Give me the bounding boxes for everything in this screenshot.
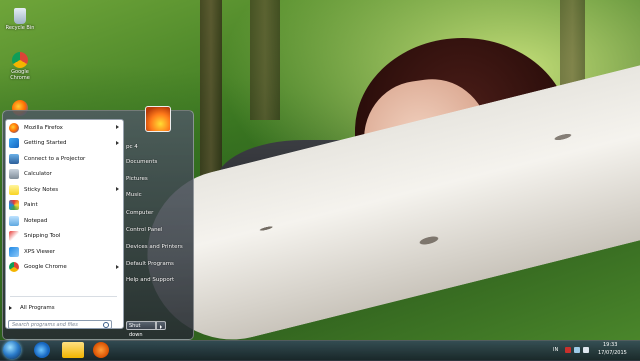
start-search-input[interactable]: Search programs and files [8,320,112,329]
program-label: Notepad [24,217,48,224]
snipping-tool-icon [9,231,19,242]
volume-icon[interactable] [583,347,589,353]
start-right-default-programs[interactable]: Default Programs [126,257,174,272]
file-explorer-icon[interactable] [62,342,84,358]
program-google-chrome[interactable]: Google Chrome [6,260,123,276]
start-menu-programs-pane: Mozilla Firefox Getting Started Connect … [5,119,124,329]
getting-started-icon [9,138,19,149]
program-getting-started[interactable]: Getting Started [6,136,123,152]
user-account-picture[interactable] [145,106,171,132]
network-icon[interactable] [574,347,580,353]
desktop-icon-label: Recycle Bin [5,25,35,31]
start-right-user-folder[interactable]: pc 4 [126,140,138,155]
projector-icon [9,153,19,164]
shutdown-button[interactable]: Shut down [126,321,156,338]
calculator-icon [9,169,19,180]
program-label: Google Chrome [24,264,67,271]
start-right-documents[interactable]: Documents [126,155,157,170]
start-right-computer[interactable]: Computer [126,206,153,221]
program-calculator[interactable]: Calculator [6,167,123,183]
internet-explorer-icon[interactable] [34,342,50,358]
paint-icon [9,200,19,211]
program-snipping-tool[interactable]: Snipping Tool [6,229,123,245]
media-player-icon[interactable] [93,342,109,358]
recycle-bin-icon [14,8,26,24]
background-tree-trunk [250,0,280,120]
desktop-icon-recycle-bin[interactable]: Recycle Bin [2,8,38,31]
program-label: Snipping Tool [24,233,61,240]
program-label: Getting Started [24,140,67,147]
all-programs-label: All Programs [20,305,55,311]
shutdown-options-button[interactable] [156,321,166,330]
programs-separator [10,296,117,297]
program-label: Connect to a Projector [24,155,86,162]
start-button[interactable] [3,341,21,359]
program-label: Mozilla Firefox [24,124,63,131]
chrome-icon [12,52,28,68]
program-label: Paint [24,202,38,209]
start-right-pictures[interactable]: Pictures [126,172,148,187]
program-notepad[interactable]: Notepad [6,213,123,229]
action-center-icon[interactable] [565,347,571,353]
triangle-right-icon [9,306,12,310]
search-placeholder: Search programs and files [12,322,78,328]
start-right-music[interactable]: Music [126,188,142,203]
program-paint[interactable]: Paint [6,198,123,214]
program-sticky-notes[interactable]: Sticky Notes [6,182,123,198]
firefox-icon [9,122,19,133]
program-connect-to-a-projector[interactable]: Connect to a Projector [6,151,123,167]
chrome-icon [9,262,19,273]
submenu-arrow-icon[interactable] [116,125,119,129]
submenu-arrow-icon[interactable] [116,140,119,145]
start-right-help-and-support[interactable]: Help and Support [126,273,174,288]
desktop-icon-google-chrome[interactable]: Google Chrome [2,52,38,81]
program-mozilla-firefox[interactable]: Mozilla Firefox [6,120,123,136]
program-label: Calculator [24,171,52,178]
program-label: Sticky Notes [24,186,59,193]
submenu-arrow-icon[interactable] [116,187,119,191]
notepad-icon [9,215,19,226]
program-xps-viewer[interactable]: XPS Viewer [6,244,123,260]
clock-date[interactable]: 17/07/2015 [598,350,627,356]
start-right-devices-and-printers[interactable]: Devices and Printers [126,240,183,255]
xps-viewer-icon [9,246,19,257]
clock-time[interactable]: 19:33 [603,342,617,348]
start-right-control-panel[interactable]: Control Panel [126,223,162,238]
submenu-arrow-icon[interactable] [116,264,119,269]
desktop-icon-label: Google Chrome [10,69,30,81]
language-indicator[interactable]: IN [553,347,558,353]
sticky-notes-icon [9,184,19,195]
program-label: XPS Viewer [24,248,56,255]
search-icon [103,322,109,328]
all-programs-button[interactable]: All Programs [5,301,122,315]
